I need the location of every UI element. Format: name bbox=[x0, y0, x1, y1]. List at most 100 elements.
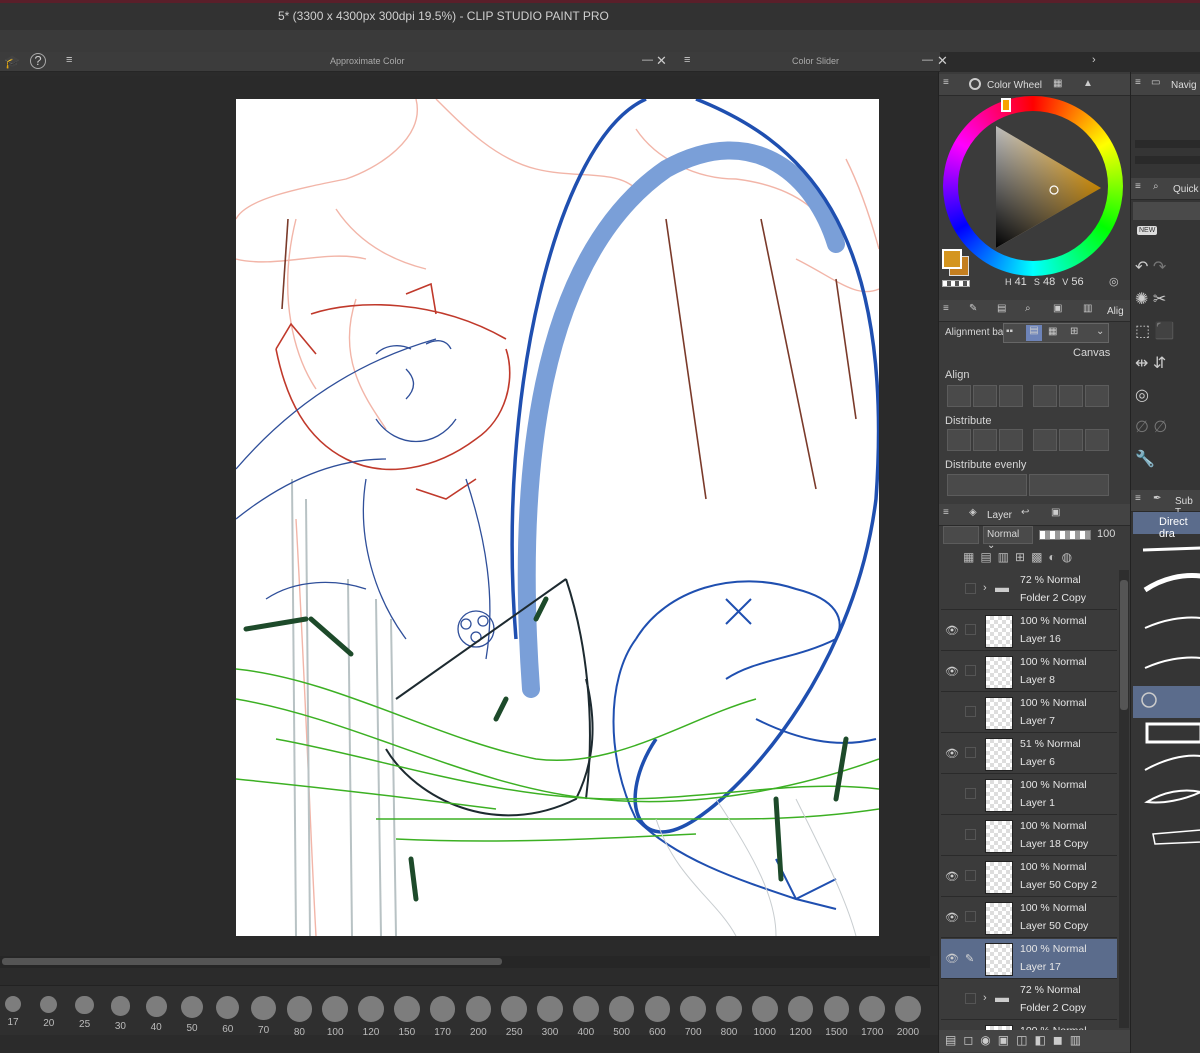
transparent-swatch[interactable] bbox=[942, 280, 970, 287]
chevron-down-icon[interactable]: ⌄ bbox=[1096, 326, 1104, 337]
lasso-fill-icon[interactable]: ◎ bbox=[1135, 380, 1149, 412]
visibility-eye-icon[interactable]: 👁 bbox=[945, 911, 959, 924]
align-icon[interactable]: ▥ bbox=[1083, 303, 1092, 314]
transform-icon[interactable]: ⬚ bbox=[1135, 316, 1150, 348]
brush-size-100[interactable]: 100 bbox=[318, 990, 352, 1038]
align-bottom-button[interactable] bbox=[1085, 385, 1109, 407]
panel-menu-icon-8[interactable]: ≡ bbox=[1135, 493, 1141, 504]
distribute-bottom-button[interactable] bbox=[999, 429, 1023, 451]
distribute-middle-button[interactable] bbox=[973, 429, 997, 451]
navigator-slider-1[interactable] bbox=[1135, 140, 1200, 148]
opacity-slider[interactable] bbox=[1039, 530, 1091, 540]
horizontal-scrollbar[interactable] bbox=[0, 956, 930, 968]
layer-color-button[interactable] bbox=[943, 526, 979, 544]
align-base-grid-icon[interactable]: ⊞ bbox=[1070, 326, 1078, 337]
align-base-selection-icon[interactable]: ▪▪ bbox=[1006, 326, 1013, 337]
folder-expand-icon[interactable]: › bbox=[983, 992, 987, 1004]
visibility-eye-icon[interactable]: 👁 bbox=[945, 952, 959, 965]
navigator-tab[interactable]: Navig bbox=[1171, 80, 1197, 91]
distribute-right-button[interactable] bbox=[1085, 429, 1109, 451]
panel-menu-icon-2[interactable]: ≡ bbox=[684, 54, 690, 66]
close-icon[interactable]: ✕ bbox=[656, 53, 667, 69]
minimize-icon-2[interactable]: — bbox=[922, 54, 933, 66]
align-center-v-button[interactable] bbox=[1059, 385, 1083, 407]
color-set-icon[interactable]: ▦ bbox=[1053, 78, 1062, 89]
panel-menu-icon-6[interactable]: ≡ bbox=[1135, 77, 1141, 88]
brush-size-170[interactable]: 170 bbox=[426, 990, 460, 1038]
lock-checkbox[interactable] bbox=[965, 788, 976, 799]
layer-tab[interactable]: Layer bbox=[987, 510, 1012, 521]
panel-menu-icon-3[interactable]: ≡ bbox=[943, 77, 949, 88]
flip-vertical-icon[interactable]: ⇵ bbox=[1153, 348, 1166, 380]
direct-draw-item[interactable]: Direct dra bbox=[1133, 512, 1200, 540]
loading-icon[interactable]: ✺ bbox=[1135, 284, 1148, 316]
align-tab[interactable]: Alig bbox=[1107, 306, 1124, 317]
layer-row[interactable]: 100 % Normal Layer 1 bbox=[941, 775, 1117, 815]
layer-row[interactable]: 👁 100 % Normal Layer 50 Copy 2 bbox=[941, 857, 1117, 897]
brush-size-600[interactable]: 600 bbox=[640, 990, 674, 1038]
brush-size-20[interactable]: 20 bbox=[32, 990, 66, 1034]
ruler-icon[interactable]: ✎ bbox=[969, 303, 977, 314]
visibility-eye-icon[interactable] bbox=[945, 993, 957, 1005]
brush-size-1200[interactable]: 1200 bbox=[784, 990, 818, 1038]
search-icon[interactable]: ⌕ bbox=[1025, 303, 1031, 314]
visibility-eye-icon[interactable] bbox=[945, 788, 957, 800]
canvas-paper[interactable] bbox=[236, 99, 879, 936]
align-base-key-icon[interactable]: ▦ bbox=[1048, 326, 1057, 337]
visibility-eye-icon[interactable] bbox=[945, 706, 957, 718]
lock-checkbox[interactable] bbox=[965, 993, 976, 1004]
brush-size-70[interactable]: 70 bbox=[247, 990, 281, 1036]
align-right-button[interactable] bbox=[999, 385, 1023, 407]
tool-property-icon[interactable]: ▤ bbox=[997, 303, 1006, 314]
visibility-eye-icon[interactable]: 👁 bbox=[945, 624, 959, 637]
brush-size-400[interactable]: 400 bbox=[569, 990, 603, 1038]
lock-checkbox[interactable] bbox=[965, 665, 976, 676]
color-wheel-area[interactable]: H 41 S 48 V 56 ◎ bbox=[939, 96, 1131, 296]
lock-checkbox[interactable] bbox=[965, 706, 976, 717]
layer-row[interactable]: 👁 100 % Normal Layer 8 bbox=[941, 652, 1117, 692]
brush-size-30[interactable]: 30 bbox=[103, 990, 137, 1034]
opacity-value[interactable]: 100 bbox=[1097, 528, 1115, 540]
distribute-top-button[interactable] bbox=[947, 429, 971, 451]
main-color-swatch[interactable] bbox=[942, 249, 962, 269]
wrench-icon[interactable]: 🔧 bbox=[1135, 444, 1155, 476]
layer-row[interactable]: 👁 100 % Normal Layer 16 bbox=[941, 611, 1117, 651]
scissors-icon[interactable]: ✂ bbox=[1153, 284, 1166, 316]
help-icon[interactable]: ? bbox=[30, 53, 46, 69]
lock-checkbox[interactable] bbox=[965, 747, 976, 758]
visibility-eye-icon[interactable] bbox=[945, 829, 957, 841]
minimize-icon[interactable]: — bbox=[642, 54, 653, 66]
quick-tab[interactable]: Quick bbox=[1173, 184, 1199, 195]
panel-menu-icon[interactable]: ≡ bbox=[66, 54, 72, 66]
alignment-base-buttons[interactable]: ▪▪ ▤ ▦ ⊞ ⌄ bbox=[1003, 323, 1109, 343]
brush-size-800[interactable]: 800 bbox=[712, 990, 746, 1038]
align-center-h-button[interactable] bbox=[973, 385, 997, 407]
canvas-area[interactable] bbox=[0, 76, 940, 956]
free-transform-icon[interactable]: ⬛ bbox=[1155, 316, 1175, 348]
chevron-right-icon[interactable]: › bbox=[1092, 54, 1096, 66]
saturation-triangle[interactable] bbox=[991, 126, 1111, 251]
layer-folder-row[interactable]: › ▬ 72 % Normal Folder 2 Copy bbox=[941, 570, 1117, 610]
pen-edit-icon[interactable]: ✎ bbox=[965, 952, 976, 965]
redo-icon[interactable]: ↷ bbox=[1153, 252, 1166, 284]
visibility-eye-icon[interactable]: 👁 bbox=[945, 870, 959, 883]
graduation-cap-icon[interactable]: 🎓 bbox=[4, 54, 20, 70]
lock-checkbox[interactable] bbox=[965, 829, 976, 840]
brush-size-50[interactable]: 50 bbox=[175, 990, 209, 1034]
brush-size-200[interactable]: 200 bbox=[461, 990, 495, 1038]
layer-row[interactable]: 👁 51 % Normal Layer 6 bbox=[941, 734, 1117, 774]
quick-access-bar[interactable] bbox=[1133, 202, 1200, 220]
lock-checkbox[interactable] bbox=[965, 583, 976, 594]
panel-menu-icon-4[interactable]: ≡ bbox=[943, 303, 949, 314]
brush-size-80[interactable]: 80 bbox=[282, 990, 316, 1038]
lock-checkbox[interactable] bbox=[965, 911, 976, 922]
align-left-button[interactable] bbox=[947, 385, 971, 407]
brush-size-2000[interactable]: 2000 bbox=[891, 990, 925, 1038]
distribute-center-button[interactable] bbox=[1059, 429, 1083, 451]
hsv-toggle-icon[interactable]: ◎ bbox=[1109, 275, 1119, 288]
lasso-icon[interactable]: ∅ bbox=[1135, 412, 1149, 444]
visibility-eye-icon[interactable]: 👁 bbox=[945, 747, 959, 760]
layer-scrollbar[interactable] bbox=[1119, 570, 1129, 1028]
blend-mode-select[interactable]: Normal ⌄ bbox=[983, 526, 1033, 551]
hue-marker[interactable] bbox=[1001, 98, 1011, 112]
